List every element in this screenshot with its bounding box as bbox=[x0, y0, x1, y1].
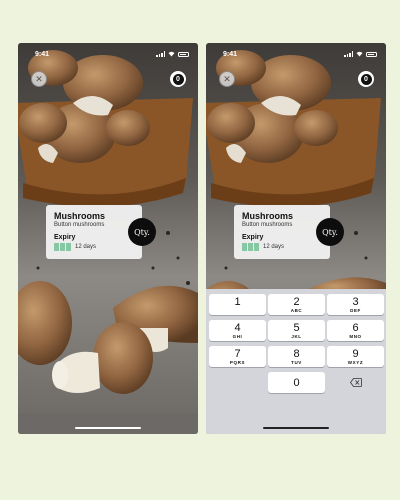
key-5[interactable]: 5 JKL bbox=[268, 320, 325, 341]
wifi-icon bbox=[168, 51, 175, 57]
qty-button[interactable]: Qty. bbox=[128, 218, 156, 246]
key-digit: 2 bbox=[293, 296, 300, 308]
key-letters: ABC bbox=[290, 308, 303, 313]
backspace-button[interactable] bbox=[327, 372, 384, 393]
item-count: 0 bbox=[360, 73, 372, 85]
phone-screen-quantity-entry: 9:41 ✕ 0 Mushrooms Button mushrooms Expi… bbox=[206, 43, 386, 434]
key-2[interactable]: 2 ABC bbox=[268, 294, 325, 315]
key-letters: WXYZ bbox=[347, 360, 364, 365]
wifi-icon bbox=[356, 51, 363, 57]
key-digit: 7 bbox=[234, 348, 241, 360]
numeric-keypad: 1 2 ABC 3 DEF 4 GHI 5 JKL 6 MNO 7 PQRS 8 bbox=[206, 289, 386, 434]
key-digit: 9 bbox=[352, 348, 359, 360]
key-digit: 8 bbox=[293, 348, 300, 360]
key-digit: 6 bbox=[352, 322, 359, 334]
expiry-label: Expiry bbox=[242, 234, 264, 241]
key-3[interactable]: 3 DEF bbox=[327, 294, 384, 315]
key-digit: 5 bbox=[293, 322, 300, 334]
key-digit: 1 bbox=[234, 296, 241, 308]
product-title: Mushrooms bbox=[54, 211, 106, 221]
expiry-label: Expiry bbox=[54, 234, 76, 241]
battery-icon bbox=[178, 51, 189, 57]
status-time: 9:41 bbox=[223, 51, 238, 58]
key-4[interactable]: 4 GHI bbox=[209, 320, 266, 341]
key-letters: MNO bbox=[349, 334, 362, 339]
status-bar: 9:41 bbox=[18, 49, 198, 61]
key-letters: PQRS bbox=[229, 360, 246, 365]
product-subtitle: Button mushrooms bbox=[54, 222, 105, 228]
close-button[interactable]: ✕ bbox=[31, 71, 47, 87]
key-0[interactable]: 0 bbox=[268, 372, 325, 393]
key-9[interactable]: 9 WXYZ bbox=[327, 346, 384, 367]
key-letters: DEF bbox=[350, 308, 361, 313]
key-letters: JKL bbox=[291, 334, 302, 339]
close-icon: ✕ bbox=[223, 73, 231, 84]
backspace-icon bbox=[349, 378, 362, 387]
key-6[interactable]: 6 MNO bbox=[327, 320, 384, 341]
product-title: Mushrooms bbox=[242, 211, 294, 221]
expiry-indicator bbox=[54, 243, 71, 251]
qty-button[interactable]: Qty. bbox=[316, 218, 344, 246]
key-digit: 3 bbox=[352, 296, 359, 308]
battery-icon bbox=[366, 51, 377, 57]
expiry-indicator bbox=[242, 243, 259, 251]
key-digit: 4 bbox=[234, 322, 241, 334]
phone-screen-product-detail: 9:41 ✕ 0 Mushrooms Button mushrooms Expi… bbox=[18, 43, 198, 434]
status-time: 9:41 bbox=[35, 51, 50, 58]
expiry-days: 12 days bbox=[263, 244, 285, 250]
item-count: 0 bbox=[172, 73, 184, 85]
home-indicator bbox=[263, 427, 329, 429]
key-7[interactable]: 7 PQRS bbox=[209, 346, 266, 367]
item-count-badge[interactable]: 0 bbox=[358, 71, 374, 87]
key-1[interactable]: 1 bbox=[209, 294, 266, 315]
signal-icon bbox=[344, 51, 353, 57]
close-icon: ✕ bbox=[35, 73, 43, 84]
expiry-days: 12 days bbox=[75, 244, 97, 250]
status-bar: 9:41 bbox=[206, 49, 386, 61]
key-letters: TUV bbox=[291, 360, 302, 365]
product-subtitle: Button mushrooms bbox=[242, 222, 293, 228]
key-letters: GHI bbox=[232, 334, 243, 339]
item-count-badge[interactable]: 0 bbox=[170, 71, 186, 87]
home-indicator bbox=[75, 427, 141, 429]
key-digit: 0 bbox=[293, 377, 300, 389]
key-8[interactable]: 8 TUV bbox=[268, 346, 325, 367]
signal-icon bbox=[156, 51, 165, 57]
close-button[interactable]: ✕ bbox=[219, 71, 235, 87]
